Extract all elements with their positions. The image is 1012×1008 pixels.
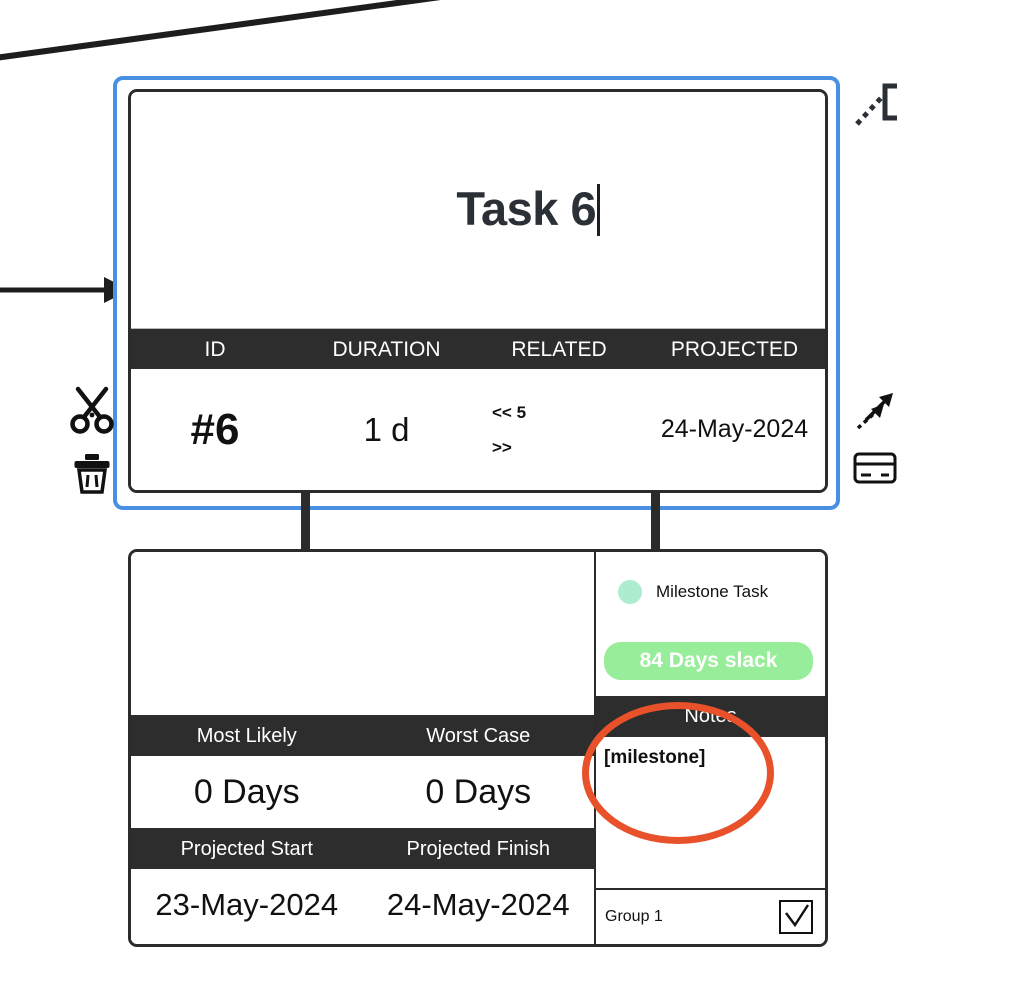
slack-badge-wrapper: 84 Days slack [596, 612, 825, 680]
related-successors[interactable]: >> [492, 439, 512, 456]
incoming-edge-diagonal [0, 0, 441, 61]
column-header-projected-start: Projected Start [180, 837, 313, 860]
group-row[interactable]: Group 1 [596, 888, 825, 944]
text-caret [597, 184, 601, 236]
group-checkbox[interactable] [779, 900, 813, 934]
card-connector-stub-right [651, 493, 660, 551]
card-connector-stub-left [301, 493, 310, 551]
task-card-header-row: ID DURATION RELATED PROJECTED [131, 329, 825, 369]
task-related-cell[interactable]: << 5 >> [474, 369, 644, 490]
task-id-value[interactable]: #6 [131, 369, 299, 490]
task-card[interactable]: Task 6 ID DURATION RELATED PROJECTED #6 … [128, 89, 828, 493]
cut-icon[interactable] [70, 386, 114, 439]
trash-icon[interactable] [72, 452, 112, 499]
related-predecessors[interactable]: << 5 [492, 404, 526, 421]
task-title-text: Task 6 [456, 182, 597, 235]
column-header-duration: DURATION [332, 337, 441, 361]
worst-case-value[interactable]: 0 Days [363, 756, 595, 828]
column-header-related: RELATED [511, 337, 607, 361]
detail-card-left-pane: Most Likely Worst Case 0 Days 0 Days Pro… [131, 552, 596, 944]
task-duration-value[interactable]: 1 d [299, 369, 474, 490]
checkmark-icon [785, 904, 809, 928]
column-header-id: ID [204, 337, 226, 361]
estimate-header-row: Most Likely Worst Case [131, 715, 594, 756]
notes-value[interactable]: [milestone] [596, 737, 825, 888]
column-header-most-likely: Most Likely [196, 724, 297, 747]
projected-finish-value[interactable]: 24-May-2024 [363, 869, 595, 941]
canvas: Task 6 ID DURATION RELATED PROJECTED #6 … [0, 0, 1012, 1008]
most-likely-value[interactable]: 0 Days [131, 756, 363, 828]
estimate-value-row: 0 Days 0 Days [131, 756, 594, 828]
milestone-dot-icon [618, 580, 642, 604]
column-header-projected: PROJECTED [670, 337, 799, 361]
slack-badge: 84 Days slack [604, 642, 813, 680]
column-header-notes: Notes [596, 696, 825, 737]
schedule-value-row: 23-May-2024 24-May-2024 [131, 869, 594, 941]
task-projected-value[interactable]: 24-May-2024 [644, 369, 825, 490]
group-label: Group 1 [605, 908, 663, 925]
task-title-area[interactable]: Task 6 [131, 92, 825, 329]
task-title-input[interactable]: Task 6 [356, 137, 601, 283]
card-icon[interactable] [853, 452, 897, 489]
detail-left-spacer [131, 552, 594, 715]
dependency-arrows-icon[interactable] [852, 390, 896, 439]
detail-card[interactable]: Most Likely Worst Case 0 Days 0 Days Pro… [128, 549, 828, 947]
dependency-bracket-icon[interactable] [855, 82, 901, 133]
milestone-legend-label: Milestone Task [656, 582, 769, 601]
projected-start-value[interactable]: 23-May-2024 [131, 869, 363, 941]
column-header-projected-finish: Projected Finish [406, 837, 550, 860]
task-card-value-row: #6 1 d << 5 >> 24-May-2024 [131, 369, 825, 490]
detail-card-right-pane: Milestone Task 84 Days slack Notes [mile… [596, 552, 825, 944]
column-header-worst-case: Worst Case [426, 724, 531, 747]
schedule-header-row: Projected Start Projected Finish [131, 828, 594, 869]
milestone-legend: Milestone Task [596, 552, 825, 612]
